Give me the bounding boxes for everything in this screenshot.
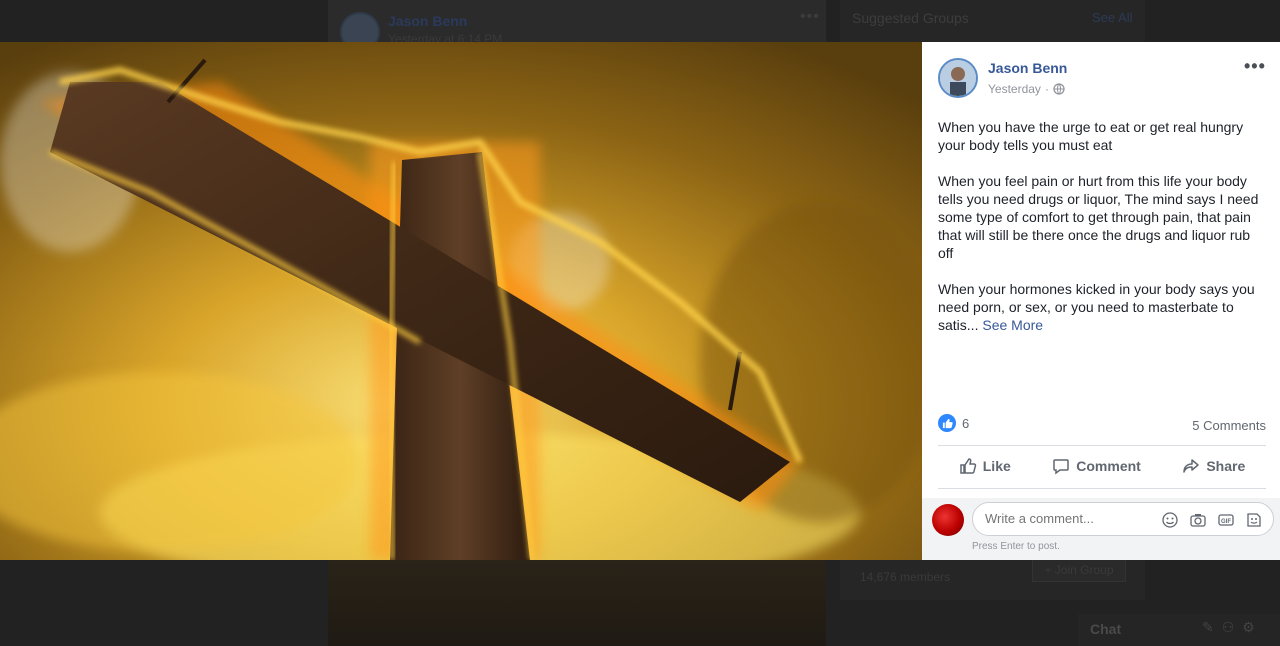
reaction-summary[interactable]: 6	[938, 414, 969, 432]
comment-composer: GIF Press Enter to post.	[922, 498, 1280, 560]
see-more-link[interactable]: See More	[982, 317, 1043, 333]
background-group-members: 14,676 members	[860, 570, 951, 584]
post-photo[interactable]	[0, 42, 922, 560]
author-name[interactable]: Jason Benn	[988, 60, 1067, 76]
comment-label: Comment	[1076, 458, 1141, 474]
comments-count[interactable]: 5 Comments	[1192, 418, 1266, 433]
comment-icon	[1053, 459, 1070, 475]
svg-text:GIF: GIF	[1221, 519, 1231, 525]
separator-dot: ·	[1044, 82, 1049, 96]
background-see-all: See All	[1092, 10, 1133, 25]
background-photo	[328, 560, 826, 646]
background-chat-label: Chat	[1090, 621, 1122, 637]
divider	[938, 488, 1266, 489]
burning-cross-image	[0, 42, 922, 560]
post-time[interactable]: Yesterday	[988, 82, 1041, 96]
thumbs-up-icon	[960, 458, 976, 474]
emoji-icon[interactable]	[1161, 511, 1179, 529]
post-paragraph: When you have the urge to eat or get rea…	[938, 119, 1244, 153]
avatar-image	[940, 60, 976, 96]
like-reaction-icon	[938, 414, 956, 432]
sticker-icon[interactable]	[1245, 511, 1263, 529]
comment-box[interactable]: GIF	[972, 502, 1274, 536]
post-panel: Jason Benn Yesterday · ••• When you have…	[922, 42, 1280, 560]
post-meta: Yesterday ·	[988, 82, 1065, 96]
like-label: Like	[982, 458, 1011, 474]
post-paragraph: When your hormones kicked in your body s…	[938, 280, 1266, 334]
background-sidebar-title: Suggested Groups	[852, 10, 969, 26]
post-actions: Like Comment Share	[938, 448, 1266, 484]
reaction-count: 6	[962, 415, 970, 431]
background-more-icon: •••	[800, 8, 820, 25]
gif-icon[interactable]: GIF	[1217, 511, 1235, 529]
comment-tools: GIF	[1161, 511, 1263, 529]
comment-button[interactable]: Comment	[1052, 457, 1141, 475]
share-icon	[1183, 459, 1200, 473]
comment-input[interactable]	[985, 511, 1155, 526]
post-text: When you have the urge to eat or get rea…	[938, 118, 1266, 352]
more-options-icon[interactable]: •••	[1244, 56, 1266, 77]
current-user-avatar[interactable]	[932, 504, 964, 536]
share-button[interactable]: Share	[1182, 457, 1245, 475]
globe-icon[interactable]	[1053, 83, 1065, 95]
background-chat-icons: ✎⚇⚙	[1202, 619, 1263, 635]
press-enter-hint: Press Enter to post.	[972, 541, 1060, 552]
background-post-author: Jason Benn	[388, 13, 468, 29]
like-button[interactable]: Like	[959, 457, 1011, 475]
share-label: Share	[1206, 458, 1246, 474]
camera-icon[interactable]	[1189, 511, 1207, 529]
post-paragraph: When you feel pain or hurt from this lif…	[938, 173, 1259, 261]
author-avatar[interactable]	[938, 58, 978, 98]
background-join-group-button: + Join Group	[1032, 558, 1126, 582]
divider	[938, 445, 1266, 446]
